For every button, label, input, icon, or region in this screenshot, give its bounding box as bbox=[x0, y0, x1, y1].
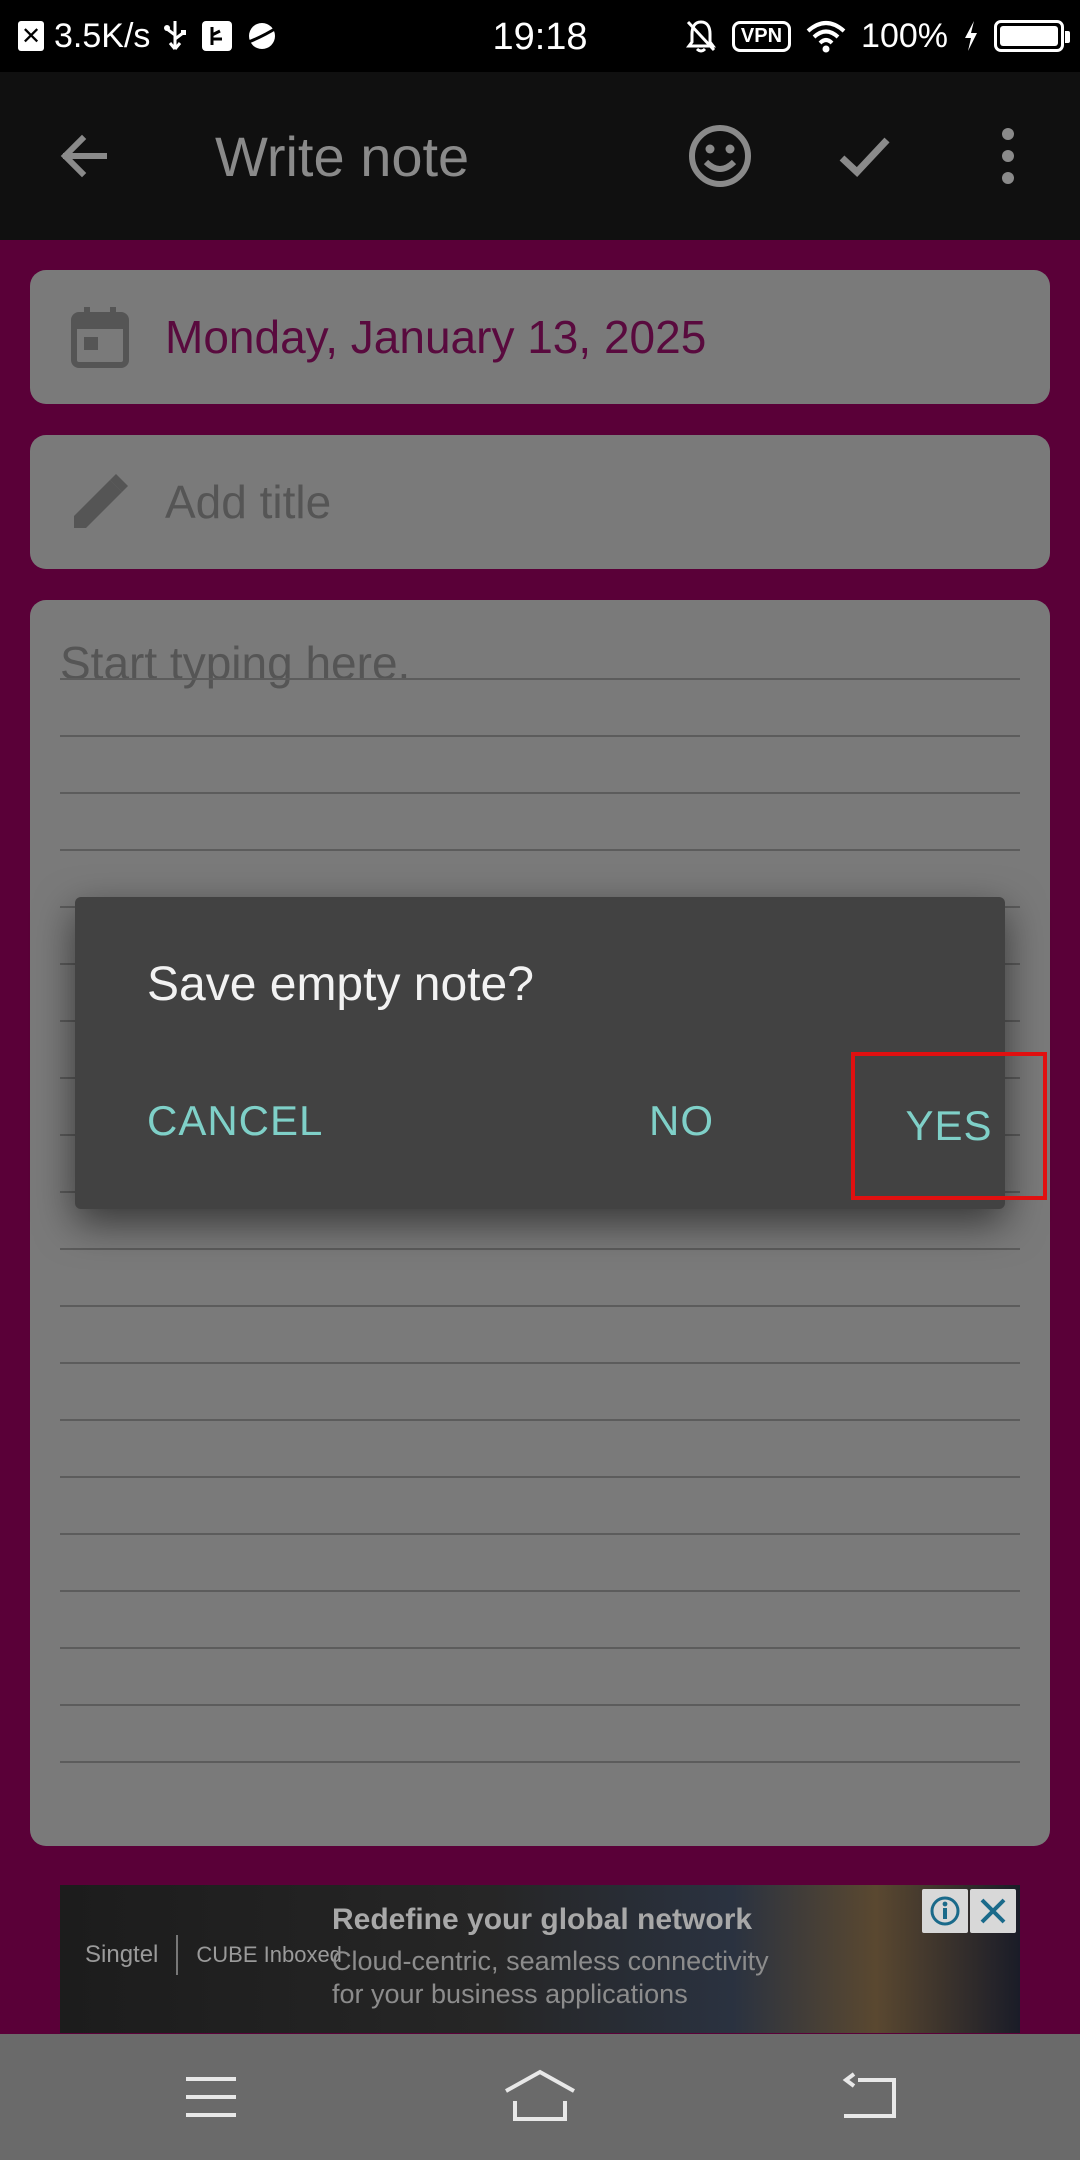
info-icon bbox=[930, 1896, 960, 1926]
back-button[interactable] bbox=[40, 112, 128, 200]
emoji-button[interactable] bbox=[676, 112, 764, 200]
save-empty-dialog: Save empty note? CANCEL NO YES bbox=[75, 897, 1047, 1209]
ruled-line bbox=[60, 849, 1020, 851]
date-card[interactable]: Monday, January 13, 2025 bbox=[30, 270, 1050, 404]
ruled-line bbox=[60, 1590, 1020, 1592]
logo-separator bbox=[176, 1935, 179, 1975]
ruled-line bbox=[60, 1305, 1020, 1307]
pencil-icon bbox=[66, 468, 134, 536]
ruled-line bbox=[60, 1533, 1020, 1535]
status-bar: ✕ 3.5K/s 19:18 VPN 100% bbox=[0, 0, 1080, 72]
title-card: Add title bbox=[30, 435, 1050, 569]
yes-button[interactable]: YES bbox=[851, 1052, 1047, 1200]
nav-home-button[interactable] bbox=[500, 2062, 580, 2132]
menu-icon bbox=[186, 2077, 236, 2117]
more-options-button[interactable] bbox=[964, 112, 1052, 200]
bell-off-icon bbox=[685, 20, 716, 53]
cube-logo: CUBE Inboxed bbox=[196, 1942, 342, 1967]
ruled-line bbox=[60, 1647, 1020, 1649]
back-icon bbox=[842, 2072, 896, 2118]
ad-banner[interactable]: Singtel CUBE Inboxed Redefine your globa… bbox=[60, 1885, 1020, 2033]
yes-button-label: YES bbox=[905, 1102, 993, 1149]
ruled-line bbox=[60, 1761, 1020, 1763]
battery-percent: 100% bbox=[861, 16, 948, 55]
status-right: VPN 100% bbox=[684, 0, 1070, 72]
ad-subline-1: Cloud-centric, seamless connectivity bbox=[332, 1946, 769, 1976]
app-toolbar: Write note bbox=[0, 72, 1080, 240]
wifi-icon bbox=[806, 21, 846, 53]
ad-info-button[interactable] bbox=[922, 1889, 968, 1933]
nav-back-button[interactable] bbox=[828, 2062, 908, 2132]
dialog-title: Save empty note? bbox=[147, 958, 534, 1011]
ruled-line bbox=[60, 1704, 1020, 1706]
note-date: Monday, January 13, 2025 bbox=[165, 311, 707, 363]
arrow-left-icon bbox=[60, 134, 107, 178]
more-vert-icon bbox=[1002, 128, 1014, 184]
ruled-line bbox=[60, 678, 1020, 680]
ruled-line bbox=[60, 1419, 1020, 1421]
charging-icon bbox=[965, 21, 977, 51]
ad-headline: Redefine your global network bbox=[332, 1903, 753, 1936]
ruled-line bbox=[60, 792, 1020, 794]
note-body-input[interactable]: Start typing here. bbox=[60, 636, 410, 690]
ruled-line bbox=[60, 1476, 1020, 1478]
close-icon bbox=[980, 1898, 1006, 1924]
title-input[interactable]: Add title bbox=[165, 475, 331, 529]
home-icon bbox=[505, 2069, 575, 2121]
page-title: Write note bbox=[215, 125, 470, 188]
smiley-icon bbox=[689, 125, 751, 187]
ruled-line bbox=[60, 735, 1020, 737]
ruled-line bbox=[60, 1362, 1020, 1364]
nav-menu-button[interactable] bbox=[171, 2062, 251, 2132]
system-nav-bar bbox=[0, 2034, 1080, 2160]
calendar-icon bbox=[66, 303, 134, 371]
cancel-button[interactable]: CANCEL bbox=[147, 1097, 323, 1145]
no-button[interactable]: NO bbox=[649, 1097, 714, 1145]
ad-subline-2: for your business applications bbox=[332, 1979, 688, 2009]
vpn-badge: VPN bbox=[731, 20, 792, 52]
battery-icon bbox=[994, 20, 1070, 52]
ad-close-button[interactable] bbox=[970, 1889, 1016, 1933]
check-icon bbox=[839, 137, 890, 177]
ad-logos: Singtel CUBE Inboxed bbox=[85, 1935, 342, 1975]
singtel-logo: Singtel bbox=[85, 1941, 159, 1968]
note-body-card[interactable]: Start typing here. bbox=[30, 600, 1050, 1846]
ruled-line bbox=[60, 1248, 1020, 1250]
save-confirm-button[interactable] bbox=[820, 112, 908, 200]
ad-subtext: Cloud-centric, seamless connectivity for… bbox=[332, 1945, 852, 2011]
